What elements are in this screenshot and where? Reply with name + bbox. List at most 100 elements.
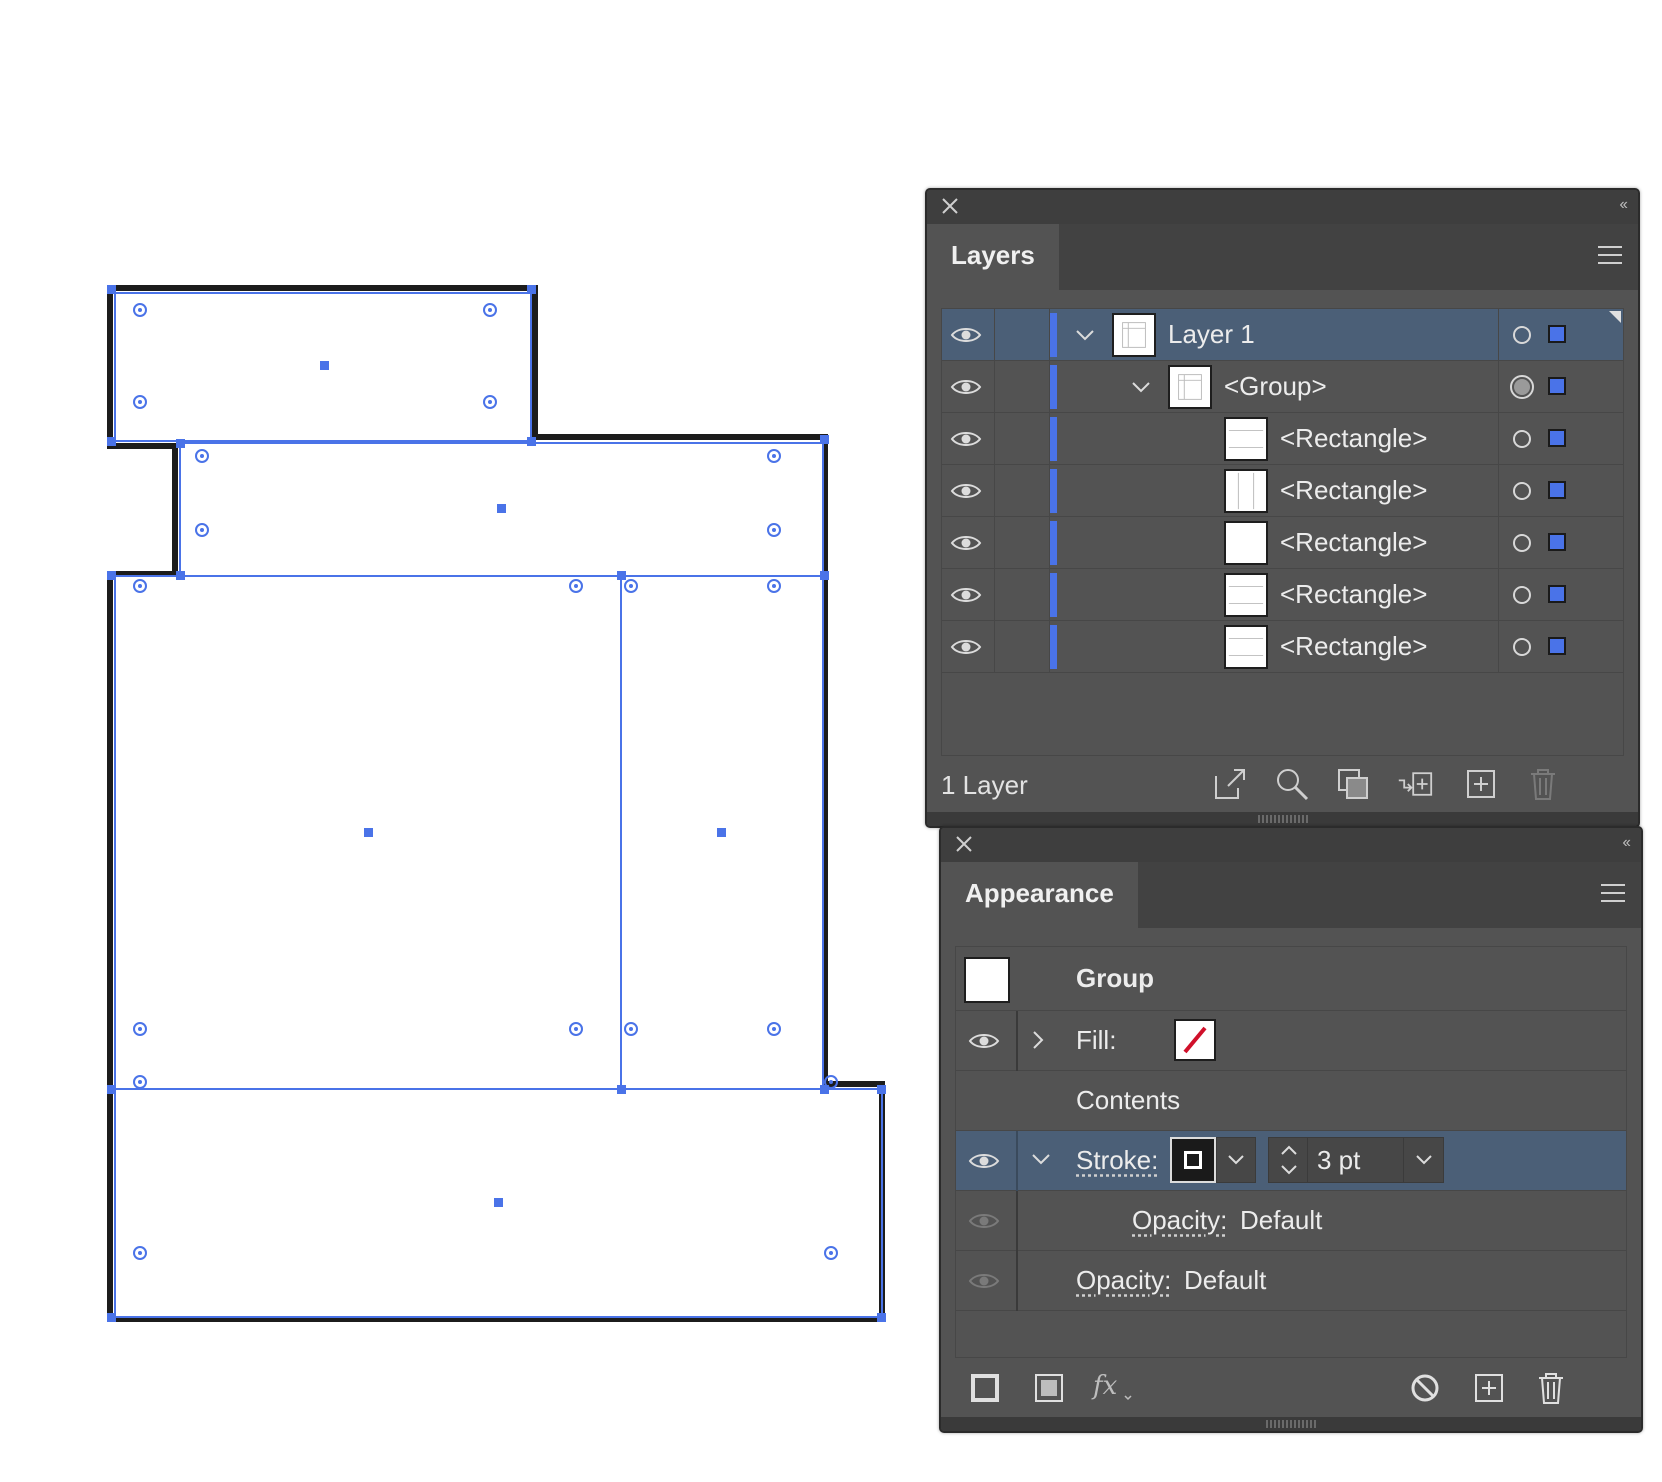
new-sublayer-icon[interactable] [1397,766,1433,802]
visibility-eye-icon[interactable] [950,429,982,449]
layer-name[interactable]: <Rectangle> [1280,475,1427,506]
visibility-eye-icon[interactable] [950,533,982,553]
rectangle-row[interactable]: <Rectangle> [942,465,1623,517]
target-icon[interactable] [1508,373,1536,401]
stroke-label[interactable]: Stroke: [1076,1145,1158,1176]
stroke-weight-value[interactable]: 3 pt [1317,1145,1360,1176]
lock-toggle[interactable] [994,465,1050,517]
stroke-weight-field[interactable]: 3 pt [1268,1137,1444,1183]
layer-row[interactable]: Layer 1 [942,309,1623,361]
target-icon[interactable] [1508,477,1536,505]
visibility-eye-icon[interactable] [950,585,982,605]
resize-grip[interactable] [927,812,1638,826]
stroke-row[interactable]: Stroke: 3 pt [956,1131,1626,1191]
visibility-eye-icon[interactable] [950,481,982,501]
opacity-label[interactable]: Opacity: [1076,1265,1171,1296]
appearance-list[interactable]: Group Fill: Contents Stroke: 3 pt Opacit… [955,946,1627,1358]
layer-color-bar [1050,417,1057,461]
selection-square[interactable] [1548,637,1566,655]
target-icon[interactable] [1508,529,1536,557]
rectangle-row[interactable]: <Rectangle> [942,569,1623,621]
panel-titlebar[interactable]: ‹‹ [927,190,1638,224]
panel-menu-icon[interactable] [1596,244,1624,266]
visibility-eye-icon[interactable] [950,325,982,345]
stroke-color-swatch[interactable] [1170,1137,1216,1183]
selection-square[interactable] [1548,585,1566,603]
target-icon[interactable] [1508,321,1536,349]
stroke-color-dropdown[interactable] [1216,1137,1256,1183]
visibility-eye-icon[interactable] [968,1151,1000,1171]
target-icon[interactable] [1508,581,1536,609]
clipping-mask-icon[interactable] [1335,766,1371,802]
visibility-eye-icon[interactable] [968,1031,1000,1051]
layer-name[interactable]: <Rectangle> [1280,579,1427,610]
fx-effects-icon[interactable]: fx [1091,1368,1135,1404]
layers-panel: ‹‹ Layers Layer 1 <Group> <Rectangle> <R… [925,188,1640,828]
panel-menu-icon[interactable] [1599,882,1627,904]
selection-square[interactable] [1548,325,1566,343]
rectangle-row[interactable]: <Rectangle> [942,517,1623,569]
fill-row[interactable]: Fill: [956,1011,1626,1071]
delete-icon[interactable] [1533,1370,1569,1406]
lock-toggle[interactable] [994,621,1050,673]
selection-square[interactable] [1548,377,1566,395]
selection-square[interactable] [1548,481,1566,499]
lock-toggle[interactable] [994,361,1050,413]
opacity-label[interactable]: Opacity: [1132,1205,1227,1236]
new-layer-icon[interactable] [1463,766,1499,802]
tab-row: Appearance [941,862,1641,928]
collapse-icon[interactable]: ‹‹ [1622,834,1631,852]
stepper-icon[interactable] [1277,1141,1301,1179]
add-fill-icon[interactable] [1031,1370,1067,1406]
resize-grip[interactable] [941,1417,1641,1431]
visibility-eye-icon[interactable] [950,637,982,657]
stroke-opacity-row[interactable]: Opacity: Default [956,1191,1626,1251]
tab-appearance[interactable]: Appearance [941,862,1138,928]
layer-name[interactable]: Layer 1 [1168,319,1255,350]
chevron-down-icon[interactable] [1074,327,1096,343]
lock-toggle[interactable] [994,517,1050,569]
visibility-eye-icon[interactable] [950,377,982,397]
search-icon[interactable] [1274,766,1310,802]
target-icon[interactable] [1508,425,1536,453]
layer-name[interactable]: <Rectangle> [1280,423,1427,454]
rectangle-row[interactable]: <Rectangle> [942,621,1623,673]
lock-toggle[interactable] [994,413,1050,465]
lock-toggle[interactable] [994,569,1050,621]
tab-layers[interactable]: Layers [927,224,1059,290]
contents-row[interactable]: Contents [956,1071,1626,1131]
chevron-right-icon[interactable] [1030,1029,1046,1051]
object-opacity-row[interactable]: Opacity: Default [956,1251,1626,1311]
layer-thumbnail [1168,365,1212,409]
lock-toggle[interactable] [994,309,1050,361]
close-icon[interactable] [939,195,961,217]
collapse-icon[interactable]: ‹‹ [1619,196,1628,214]
selection-square[interactable] [1548,429,1566,447]
rectangle-row[interactable]: <Rectangle> [942,413,1623,465]
target-column [1498,517,1499,569]
panel-titlebar[interactable]: ‹‹ [941,828,1641,862]
layer-name[interactable]: <Group> [1224,371,1327,402]
fill-swatch[interactable] [1174,1019,1216,1061]
layer-color-bar [1050,365,1057,409]
layers-list[interactable]: Layer 1 <Group> <Rectangle> <Rectangle> … [941,308,1624,756]
clear-appearance-icon[interactable] [1407,1370,1443,1406]
chevron-down-icon[interactable] [1030,1151,1052,1167]
chevron-down-icon[interactable] [1414,1152,1434,1168]
export-icon[interactable] [1212,766,1248,802]
layer-name[interactable]: <Rectangle> [1280,631,1427,662]
add-stroke-icon[interactable] [967,1370,1003,1406]
layer-name[interactable]: <Rectangle> [1280,527,1427,558]
visibility-eye-icon[interactable] [968,1271,1000,1291]
layer-thumbnail [1224,417,1268,461]
target-icon[interactable] [1508,633,1536,661]
close-icon[interactable] [953,833,975,855]
chevron-down-icon[interactable] [1130,379,1152,395]
group-row[interactable]: <Group> [942,361,1623,413]
opacity-value: Default [1240,1205,1323,1235]
delete-icon[interactable] [1525,766,1561,802]
duplicate-item-icon[interactable] [1471,1370,1507,1406]
visibility-eye-icon[interactable] [968,1211,1000,1231]
selection-square[interactable] [1548,533,1566,551]
appearance-object-row[interactable]: Group [956,947,1626,1011]
